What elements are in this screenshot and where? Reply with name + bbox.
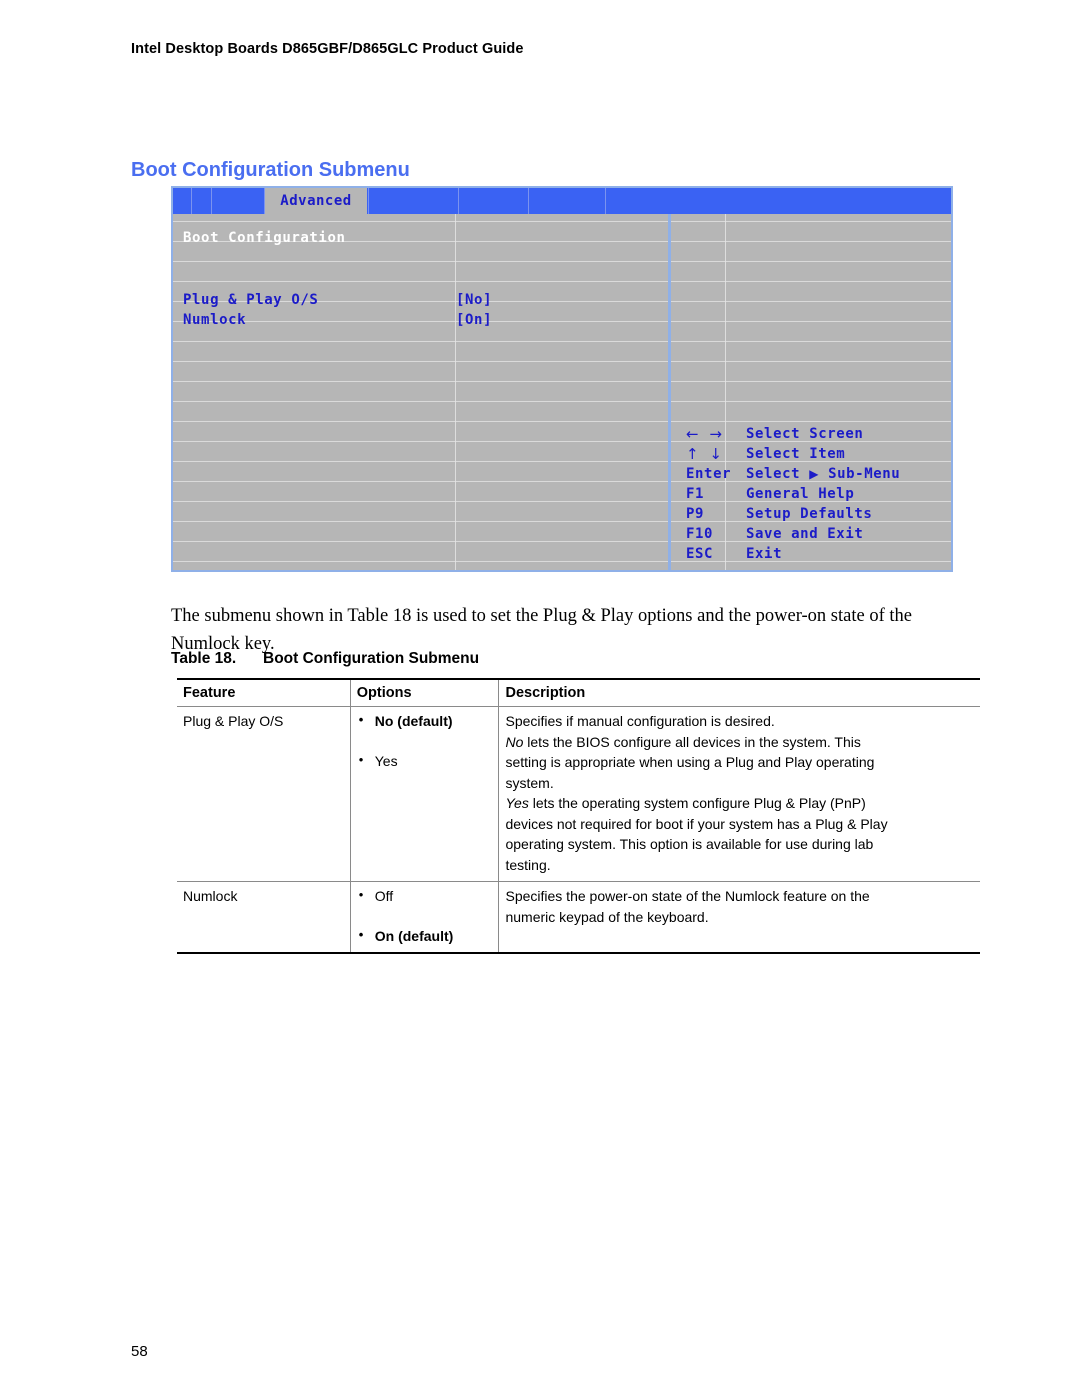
help-action-label: Select Screen	[746, 426, 864, 442]
description-text: Specifies if manual configuration is des…	[505, 713, 775, 729]
description-text: setting is appropriate when using a Plug…	[505, 754, 875, 770]
help-action-label: General Help	[746, 486, 855, 502]
cell-feature: Plug & Play O/S	[177, 706, 351, 882]
table-caption-number: Table 18.	[171, 650, 237, 667]
bios-setting-value[interactable]: [On]	[456, 310, 492, 330]
help-row-select-sub-menu: Enter Select ▶ Sub-Menu	[678, 464, 943, 484]
bios-section-label: Boot Configuration	[183, 230, 346, 246]
description-text: lets the operating system configure Plug…	[528, 795, 866, 811]
description-line: No lets the BIOS configure all devices i…	[505, 732, 974, 753]
bios-setting-value[interactable]: [No]	[456, 290, 492, 310]
description-line: numeric keypad of the keyboard.	[505, 907, 974, 928]
help-key-label: P9	[686, 506, 705, 522]
bios-setup-screenshot: Advanced Boot Configuration Plug & Play …	[171, 186, 953, 572]
help-action-label: Exit	[746, 546, 783, 562]
help-key-label: Enter	[686, 466, 732, 482]
help-key-label: F10	[686, 526, 714, 542]
cell-feature: Numlock	[177, 881, 351, 954]
cell-description: Specifies the power-on state of the Numl…	[498, 881, 980, 954]
table-head: Feature Options Description	[177, 678, 980, 707]
option-item: Off	[357, 885, 493, 907]
bios-setting-label: Numlock	[183, 312, 247, 328]
help-row-select-item: ↑ ↓ Select Item	[678, 444, 943, 464]
description-emphasis: Yes	[505, 795, 529, 811]
bios-pane-separator	[668, 214, 671, 570]
option-item: On (default)	[357, 925, 493, 947]
cell-description: Specifies if manual configuration is des…	[498, 706, 980, 882]
description-line: Specifies if manual configuration is des…	[505, 711, 974, 732]
arrow-left-right-icon: ← →	[686, 425, 725, 443]
cell-options: No (default) Yes	[349, 706, 499, 882]
description-text: lets the BIOS configure all devices in t…	[523, 733, 861, 750]
description-line: Yes lets the operating system configure …	[505, 793, 974, 814]
table-row: Numlock Off On (default) Specifies the p…	[177, 881, 980, 954]
help-action-pre: Select	[746, 466, 810, 482]
page-number: 58	[131, 1343, 148, 1360]
help-key-label: ESC	[686, 546, 714, 562]
table-header-row: Feature Options Description	[177, 678, 980, 707]
description-line: system.	[505, 773, 974, 794]
help-row-general-help: F1 General Help	[678, 484, 943, 504]
description-text: operating system. This option is availab…	[505, 836, 874, 852]
description-line: Specifies the power-on state of the Numl…	[505, 886, 974, 907]
submenu-triangle-icon: ▶	[809, 467, 820, 481]
help-row-save-and-exit: F10 Save and Exit	[678, 524, 943, 544]
options-list: Off On (default)	[357, 885, 493, 947]
description-text: devices not required for boot if your sy…	[505, 815, 888, 832]
table-header-feature: Feature	[177, 678, 351, 707]
description-text: testing.	[505, 856, 551, 873]
table-caption: Table 18. Boot Configuration Submenu	[171, 650, 479, 668]
options-list: No (default) Yes	[357, 710, 493, 772]
help-action-label: Save and Exit	[746, 526, 864, 542]
table-row: Plug & Play O/S No (default) Yes Specifi…	[177, 706, 980, 882]
help-row-select-screen: ← → Select Screen	[678, 424, 943, 444]
description-line: operating system. This option is availab…	[505, 834, 974, 855]
description-line: setting is appropriate when using a Plug…	[505, 752, 974, 773]
help-row-exit: ESC Exit	[678, 544, 943, 564]
table-caption-title: Boot Configuration Submenu	[263, 650, 480, 667]
menu-bar-segment	[368, 188, 369, 214]
description-line: devices not required for boot if your sy…	[505, 814, 974, 835]
boot-configuration-table: Feature Options Description Plug & Play …	[177, 678, 980, 954]
menu-bar-segment	[211, 188, 212, 214]
description-text: system.	[505, 774, 554, 791]
description-line: testing.	[505, 855, 974, 876]
bios-menu-bar[interactable]: Advanced	[173, 188, 951, 214]
running-header: Intel Desktop Boards D865GBF/D865GLC Pro…	[131, 41, 524, 57]
description-text: numeric keypad of the keyboard.	[505, 908, 709, 925]
table-body: Plug & Play O/S No (default) Yes Specifi…	[177, 706, 980, 954]
arrow-up-down-icon: ↑ ↓	[686, 445, 725, 463]
description-emphasis: No	[505, 733, 524, 750]
help-row-setup-defaults: P9 Setup Defaults	[678, 504, 943, 524]
option-item: Yes	[357, 750, 493, 772]
help-action-label: Select ▶ Sub-Menu	[746, 464, 900, 484]
menu-bar-segment	[605, 188, 606, 214]
help-action-label: Select Item	[746, 446, 846, 462]
page-title: Boot Configuration Submenu	[131, 159, 410, 182]
bios-body: Boot Configuration Plug & Play O/S [No] …	[173, 214, 951, 570]
help-action-label: Setup Defaults	[746, 506, 873, 522]
help-key-label: F1	[686, 486, 705, 502]
description-text: Specifies the power-on state of the Numl…	[505, 888, 870, 904]
menu-bar-segment	[528, 188, 529, 214]
bios-help-legend: ← → Select Screen ↑ ↓ Select Item Enter …	[678, 424, 943, 564]
help-action-post: Sub-Menu	[819, 466, 901, 482]
table-header-description: Description	[498, 678, 980, 707]
bios-setting-label: Plug & Play O/S	[183, 292, 319, 308]
bios-tab-advanced[interactable]: Advanced	[265, 188, 367, 214]
option-item: No (default)	[357, 710, 493, 732]
cell-options: Off On (default)	[349, 881, 499, 954]
menu-bar-segment	[458, 188, 459, 214]
table-header-options: Options	[349, 678, 499, 707]
menu-bar-segment	[191, 188, 192, 214]
